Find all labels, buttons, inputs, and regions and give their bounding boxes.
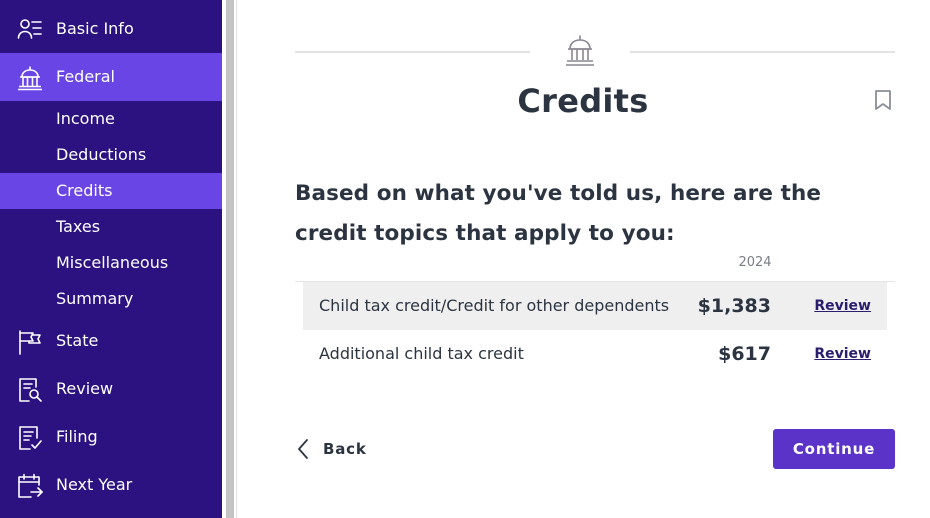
sidebar-item-label: Basic Info	[56, 19, 134, 38]
sidebar-item-label: State	[56, 331, 99, 350]
back-button-label: Back	[323, 440, 367, 458]
chevron-left-icon	[295, 438, 311, 460]
sidebar-subitem-summary[interactable]: Summary	[0, 281, 222, 317]
header-divider-right	[630, 51, 895, 53]
sidebar-subitem-miscellaneous[interactable]: Miscellaneous	[0, 245, 222, 281]
person-list-icon	[17, 17, 43, 43]
sidebar-item-label: Next Year	[56, 475, 133, 494]
sidebar-subitem-label: Deductions	[56, 145, 147, 164]
sidebar-subitem-label: Credits	[56, 181, 113, 200]
back-button[interactable]: Back	[295, 432, 367, 466]
sidebar-subitem-taxes[interactable]: Taxes	[0, 209, 222, 245]
table-row: Child tax credit/Credit for other depend…	[303, 282, 887, 330]
sidebar-subitem-deductions[interactable]: Deductions	[0, 137, 222, 173]
credit-name: Child tax credit/Credit for other depend…	[319, 296, 670, 315]
header-divider-left	[295, 51, 530, 53]
credit-name: Additional child tax credit	[319, 344, 524, 363]
calendar-arrow-icon	[17, 473, 43, 499]
document-search-icon	[17, 377, 43, 403]
sidebar-item-filing[interactable]: Filing	[0, 413, 222, 461]
sidebar-item-next-year[interactable]: Next Year	[0, 461, 222, 509]
table-row: Additional child tax credit $617 Review	[303, 330, 887, 378]
sidebar-item-review[interactable]: Review	[0, 365, 222, 413]
sidebar-scrollbar-thumb[interactable]	[226, 0, 234, 518]
bookmark-icon[interactable]	[874, 89, 892, 111]
document-check-icon	[17, 425, 43, 451]
sidebar-subitem-credits[interactable]: Credits	[0, 173, 222, 209]
page-title: Credits	[517, 82, 649, 120]
sidebar: Basic Info Federal Income Deductions Cre…	[0, 0, 222, 518]
continue-button[interactable]: Continue	[773, 429, 895, 469]
sidebar-item-basic-info[interactable]: Basic Info	[0, 5, 222, 53]
review-link[interactable]: Review	[814, 330, 871, 378]
credit-amount: $1,383	[697, 295, 771, 317]
sidebar-item-state[interactable]: State	[0, 317, 222, 365]
flag-icon	[17, 329, 43, 355]
sidebar-item-label: Review	[56, 379, 114, 398]
sidebar-subitem-label: Miscellaneous	[56, 253, 169, 272]
review-link[interactable]: Review	[814, 282, 871, 330]
sidebar-subitem-label: Summary	[56, 289, 134, 308]
year-column-header: 2024	[738, 255, 772, 270]
sidebar-item-label: Filing	[56, 427, 98, 446]
building-icon	[564, 34, 596, 68]
sidebar-subitem-label: Taxes	[56, 217, 101, 236]
intro-text: Based on what you've told us, here are t…	[295, 181, 822, 246]
credit-amount: $617	[718, 343, 771, 365]
